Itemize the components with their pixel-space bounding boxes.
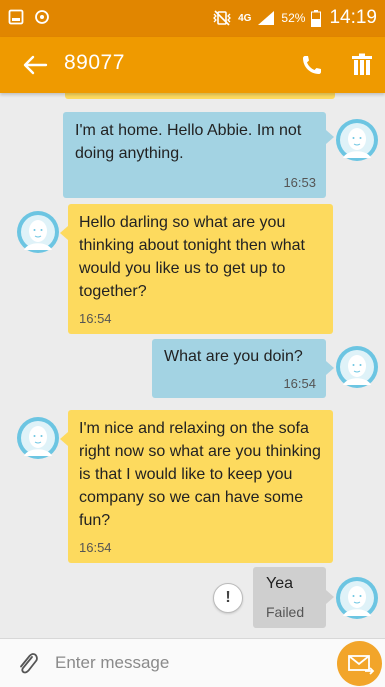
- message-bubble-failed[interactable]: Yea Failed: [253, 567, 326, 628]
- status-bar: 4G 52% 14:19: [0, 0, 385, 37]
- previous-message-bubble: [65, 93, 335, 99]
- signal-icon: [258, 11, 275, 25]
- bubble-tail: [60, 432, 68, 446]
- avatar-icon: [336, 119, 378, 161]
- avatar-icon: [336, 577, 378, 619]
- message-time: 16:53: [283, 175, 316, 190]
- avatar-icon: [17, 417, 59, 459]
- message-text: I'm nice and relaxing on the sofa right …: [79, 420, 321, 529]
- bubble-tail: [326, 130, 334, 144]
- network-type-label: 4G: [238, 12, 252, 24]
- send-mail-icon: [348, 655, 375, 675]
- sync-notification-icon: [35, 10, 49, 24]
- message-time: 16:54: [79, 311, 112, 326]
- vibrate-mute-icon: [213, 10, 231, 26]
- message-bubble-outgoing[interactable]: What are you doin? 16:54: [152, 339, 326, 398]
- message-input[interactable]: [55, 649, 315, 677]
- avatar-icon: [17, 211, 59, 253]
- conversation[interactable]: I'm at home. Hello Abbie. Im not doing a…: [0, 93, 385, 638]
- bubble-tail: [60, 226, 68, 240]
- send-button[interactable]: [337, 641, 382, 686]
- message-text: I'm at home. Hello Abbie. Im not doing a…: [75, 122, 302, 162]
- message-time: 16:54: [79, 540, 112, 555]
- battery-icon: [311, 9, 322, 27]
- gallery-notification-icon: [8, 9, 24, 25]
- bubble-tail: [326, 361, 334, 375]
- avatar-icon: [336, 346, 378, 388]
- message-text: What are you doin?: [164, 348, 303, 365]
- message-status-failed: Failed: [266, 604, 305, 620]
- bubble-tail: [326, 590, 334, 604]
- phone-icon[interactable]: [300, 53, 324, 77]
- message-time: 16:54: [283, 376, 316, 391]
- failed-exclamation-icon[interactable]: !: [213, 583, 243, 613]
- message-bubble-incoming[interactable]: I'm nice and relaxing on the sofa right …: [68, 410, 333, 563]
- app-bar: 89077: [0, 37, 385, 93]
- trash-icon[interactable]: [351, 53, 373, 77]
- message-bubble-outgoing[interactable]: I'm at home. Hello Abbie. Im not doing a…: [63, 112, 326, 198]
- message-bubble-incoming[interactable]: Hello darling so what are you thinking a…: [68, 204, 333, 334]
- paperclip-icon[interactable]: [16, 651, 40, 677]
- message-composer: [0, 638, 385, 687]
- battery-percent: 52%: [281, 11, 306, 25]
- contact-title: 89077: [64, 51, 125, 74]
- clock: 14:19: [329, 7, 377, 28]
- back-arrow-icon[interactable]: [22, 53, 48, 77]
- message-text: Yea: [266, 575, 293, 592]
- message-text: Hello darling so what are you thinking a…: [79, 214, 305, 300]
